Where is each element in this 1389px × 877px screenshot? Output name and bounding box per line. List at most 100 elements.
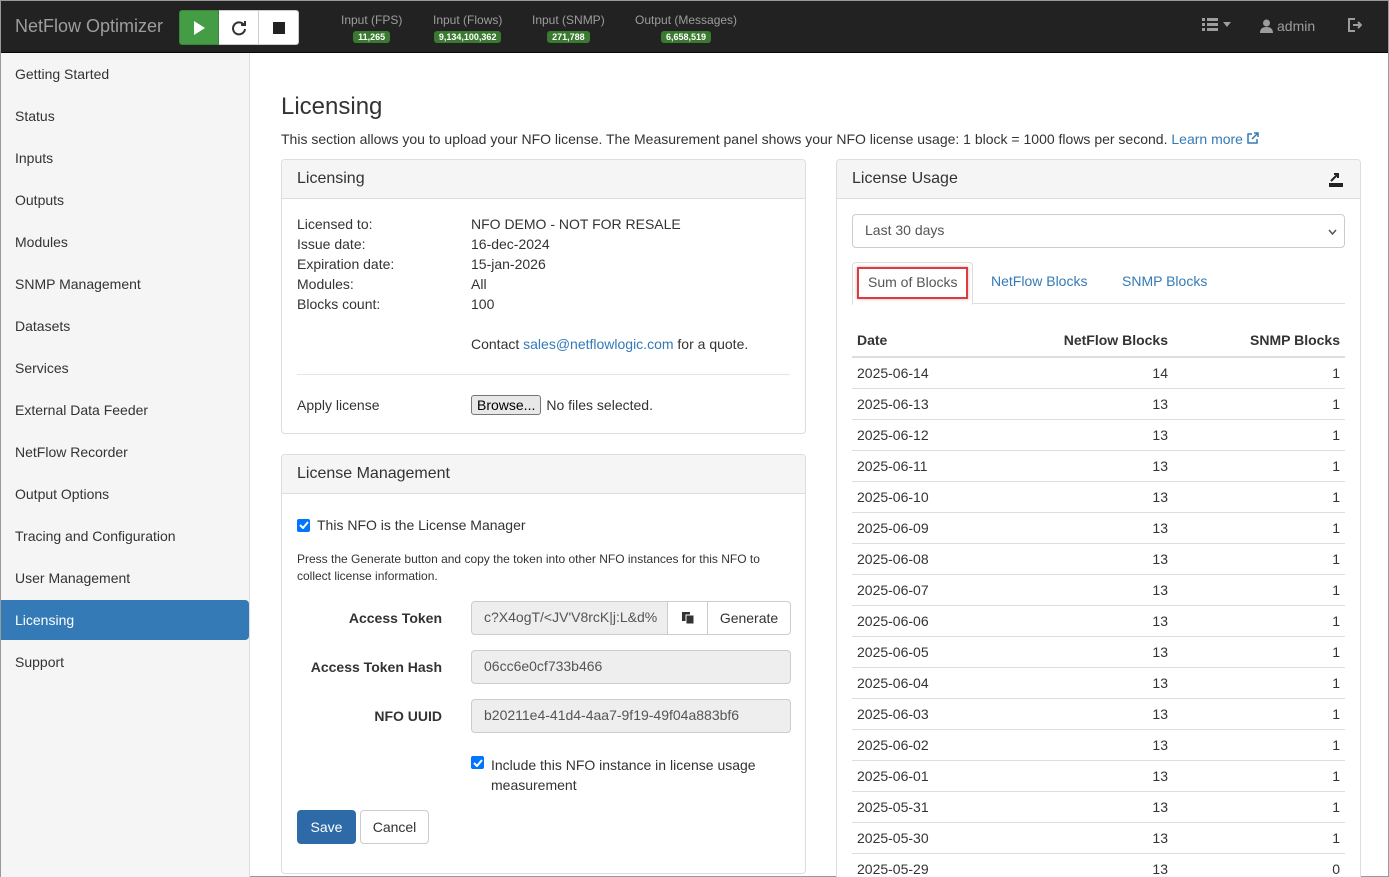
cell-snmp-blocks: 0 <box>1173 852 1345 877</box>
apply-license-label: Apply license <box>297 397 380 413</box>
blocks-value: 100 <box>471 296 495 312</box>
licensed-to-value: NFO DEMO - NOT FOR RESALE <box>471 216 681 232</box>
sidebar-item-modules[interactable]: Modules <box>1 221 249 263</box>
access-token-hash-label: Access Token Hash <box>310 659 442 675</box>
logout-button[interactable] <box>1347 18 1362 32</box>
cancel-button[interactable]: Cancel <box>360 810 429 844</box>
include-instance-checkbox[interactable] <box>471 756 484 769</box>
sidebar-item-licensing[interactable]: Licensing <box>1 600 249 640</box>
sidebar-item-output-options[interactable]: Output Options <box>1 473 249 515</box>
table-row: 2025-06-06 13 1 <box>852 604 1345 636</box>
is-manager-checkbox[interactable] <box>297 518 310 532</box>
cell-date: 2025-06-09 <box>852 511 992 543</box>
stop-button[interactable] <box>259 10 299 45</box>
stat-label: Output (Messages) <box>635 13 738 27</box>
table-row: 2025-06-07 13 1 <box>852 573 1345 605</box>
cell-netflow-blocks: 13 <box>992 387 1173 419</box>
cell-date: 2025-06-02 <box>852 728 992 760</box>
issue-date-value: 16-dec-2024 <box>471 236 550 252</box>
cell-netflow-blocks: 13 <box>992 511 1173 543</box>
sidebar-item-snmp-management[interactable]: SNMP Management <box>1 263 249 305</box>
sidebar-item-getting-started[interactable]: Getting Started <box>1 53 249 95</box>
include-instance-label: Include this NFO instance in license usa… <box>491 755 756 795</box>
col-snmp-blocks: SNMP Blocks <box>1173 324 1345 358</box>
cell-netflow-blocks: 13 <box>992 542 1173 574</box>
intro-text: This section allows you to upload your N… <box>281 131 1168 147</box>
licensed-to-label: Licensed to: <box>297 216 373 232</box>
tab-snmp-blocks[interactable]: SNMP Blocks <box>1107 262 1222 304</box>
sidebar-item-user-management[interactable]: User Management <box>1 557 249 599</box>
cell-date: 2025-05-29 <box>852 852 992 877</box>
save-button[interactable]: Save <box>297 810 356 844</box>
cell-snmp-blocks: 1 <box>1173 449 1345 481</box>
cell-netflow-blocks: 13 <box>992 449 1173 481</box>
sidebar-item-inputs[interactable]: Inputs <box>1 137 249 179</box>
expiration-value: 15-jan-2026 <box>471 256 546 272</box>
license-usage-heading: License Usage <box>837 160 1360 199</box>
cell-snmp-blocks: 1 <box>1173 573 1345 605</box>
cell-snmp-blocks: 1 <box>1173 511 1345 543</box>
tab-highlight <box>857 267 968 299</box>
cell-snmp-blocks: 1 <box>1173 604 1345 636</box>
table-header-row: Date NetFlow Blocks SNMP Blocks <box>852 324 1345 358</box>
cell-date: 2025-06-08 <box>852 542 992 574</box>
restart-button[interactable] <box>219 10 259 45</box>
menu-dropdown[interactable] <box>1202 18 1231 31</box>
tab-netflow-blocks[interactable]: NetFlow Blocks <box>976 262 1102 304</box>
sidebar-item-outputs[interactable]: Outputs <box>1 179 249 221</box>
sidebar-item-external-data-feeder[interactable]: External Data Feeder <box>1 389 249 431</box>
cell-netflow-blocks: 13 <box>992 635 1173 667</box>
cell-netflow-blocks: 13 <box>992 852 1173 877</box>
period-select[interactable]: Last 30 days <box>852 214 1345 248</box>
copy-icon <box>681 612 694 625</box>
user-name: admin <box>1277 18 1316 34</box>
sales-email-link[interactable]: sales@netflowlogic.com <box>523 336 673 352</box>
top-navbar: NetFlow Optimizer Input (FPS) 11,265 Inp… <box>1 1 1388 53</box>
export-icon[interactable] <box>1329 172 1343 187</box>
access-token-input[interactable]: c?X4ogT/<JV'V8rcK|j:L&d% <box>471 601 668 635</box>
learn-more-label: Learn more <box>1171 131 1243 147</box>
usage-table: Date NetFlow Blocks SNMP Blocks 2025-06-… <box>852 324 1345 877</box>
cell-date: 2025-06-12 <box>852 418 992 450</box>
access-token-hash-input[interactable]: 06cc6e0cf733b466 <box>471 650 791 684</box>
nfo-uuid-input[interactable]: b20211e4-41d4-4aa7-9f19-49f04a883bf6 <box>471 699 791 733</box>
table-row: 2025-06-03 13 1 <box>852 697 1345 729</box>
play-icon <box>194 20 205 35</box>
table-row: 2025-06-13 13 1 <box>852 387 1345 419</box>
browse-button[interactable]: Browse... <box>471 395 542 415</box>
learn-more-link[interactable]: Learn more <box>1171 131 1259 147</box>
cell-date: 2025-06-06 <box>852 604 992 636</box>
expiration-label: Expiration date: <box>297 256 395 272</box>
start-button[interactable] <box>179 10 219 45</box>
copy-token-button[interactable] <box>667 601 708 635</box>
page-intro: This section allows you to upload your N… <box>281 131 1259 147</box>
table-row: 2025-06-01 13 1 <box>852 759 1345 791</box>
cell-snmp-blocks: 1 <box>1173 635 1345 667</box>
app-brand[interactable]: NetFlow Optimizer <box>15 16 163 37</box>
external-link-icon <box>1247 132 1259 144</box>
table-row: 2025-05-30 13 1 <box>852 821 1345 853</box>
col-date: Date <box>852 324 992 358</box>
stat-badge: 9,134,100,362 <box>433 31 502 43</box>
service-controls <box>179 10 299 45</box>
user-menu[interactable]: admin <box>1260 18 1315 34</box>
sidebar-item-tracing-configuration[interactable]: Tracing and Configuration <box>1 515 249 557</box>
sidebar-item-support[interactable]: Support <box>1 641 249 683</box>
sidebar-item-netflow-recorder[interactable]: NetFlow Recorder <box>1 431 249 473</box>
check-icon <box>472 758 483 767</box>
cell-netflow-blocks: 13 <box>992 728 1173 760</box>
sidebar-item-status[interactable]: Status <box>1 95 249 137</box>
cell-netflow-blocks: 13 <box>992 790 1173 822</box>
user-icon <box>1260 19 1273 33</box>
refresh-icon <box>231 20 246 35</box>
sidebar-item-datasets[interactable]: Datasets <box>1 305 249 347</box>
table-row: 2025-06-04 13 1 <box>852 666 1345 698</box>
cell-netflow-blocks: 13 <box>992 666 1173 698</box>
usage-table-body: 2025-06-14 14 1 2025-06-13 13 1 2025-06-12 13 1 2… <box>852 356 1345 877</box>
sidebar-item-services[interactable]: Services <box>1 347 249 389</box>
stat-output-messages: Output (Messages) 6,658,519 <box>635 13 737 43</box>
cell-snmp-blocks: 1 <box>1173 480 1345 512</box>
cell-netflow-blocks: 13 <box>992 573 1173 605</box>
stat-input-flows: Input (Flows) 9,134,100,362 <box>433 13 502 43</box>
generate-button[interactable]: Generate <box>707 601 791 635</box>
